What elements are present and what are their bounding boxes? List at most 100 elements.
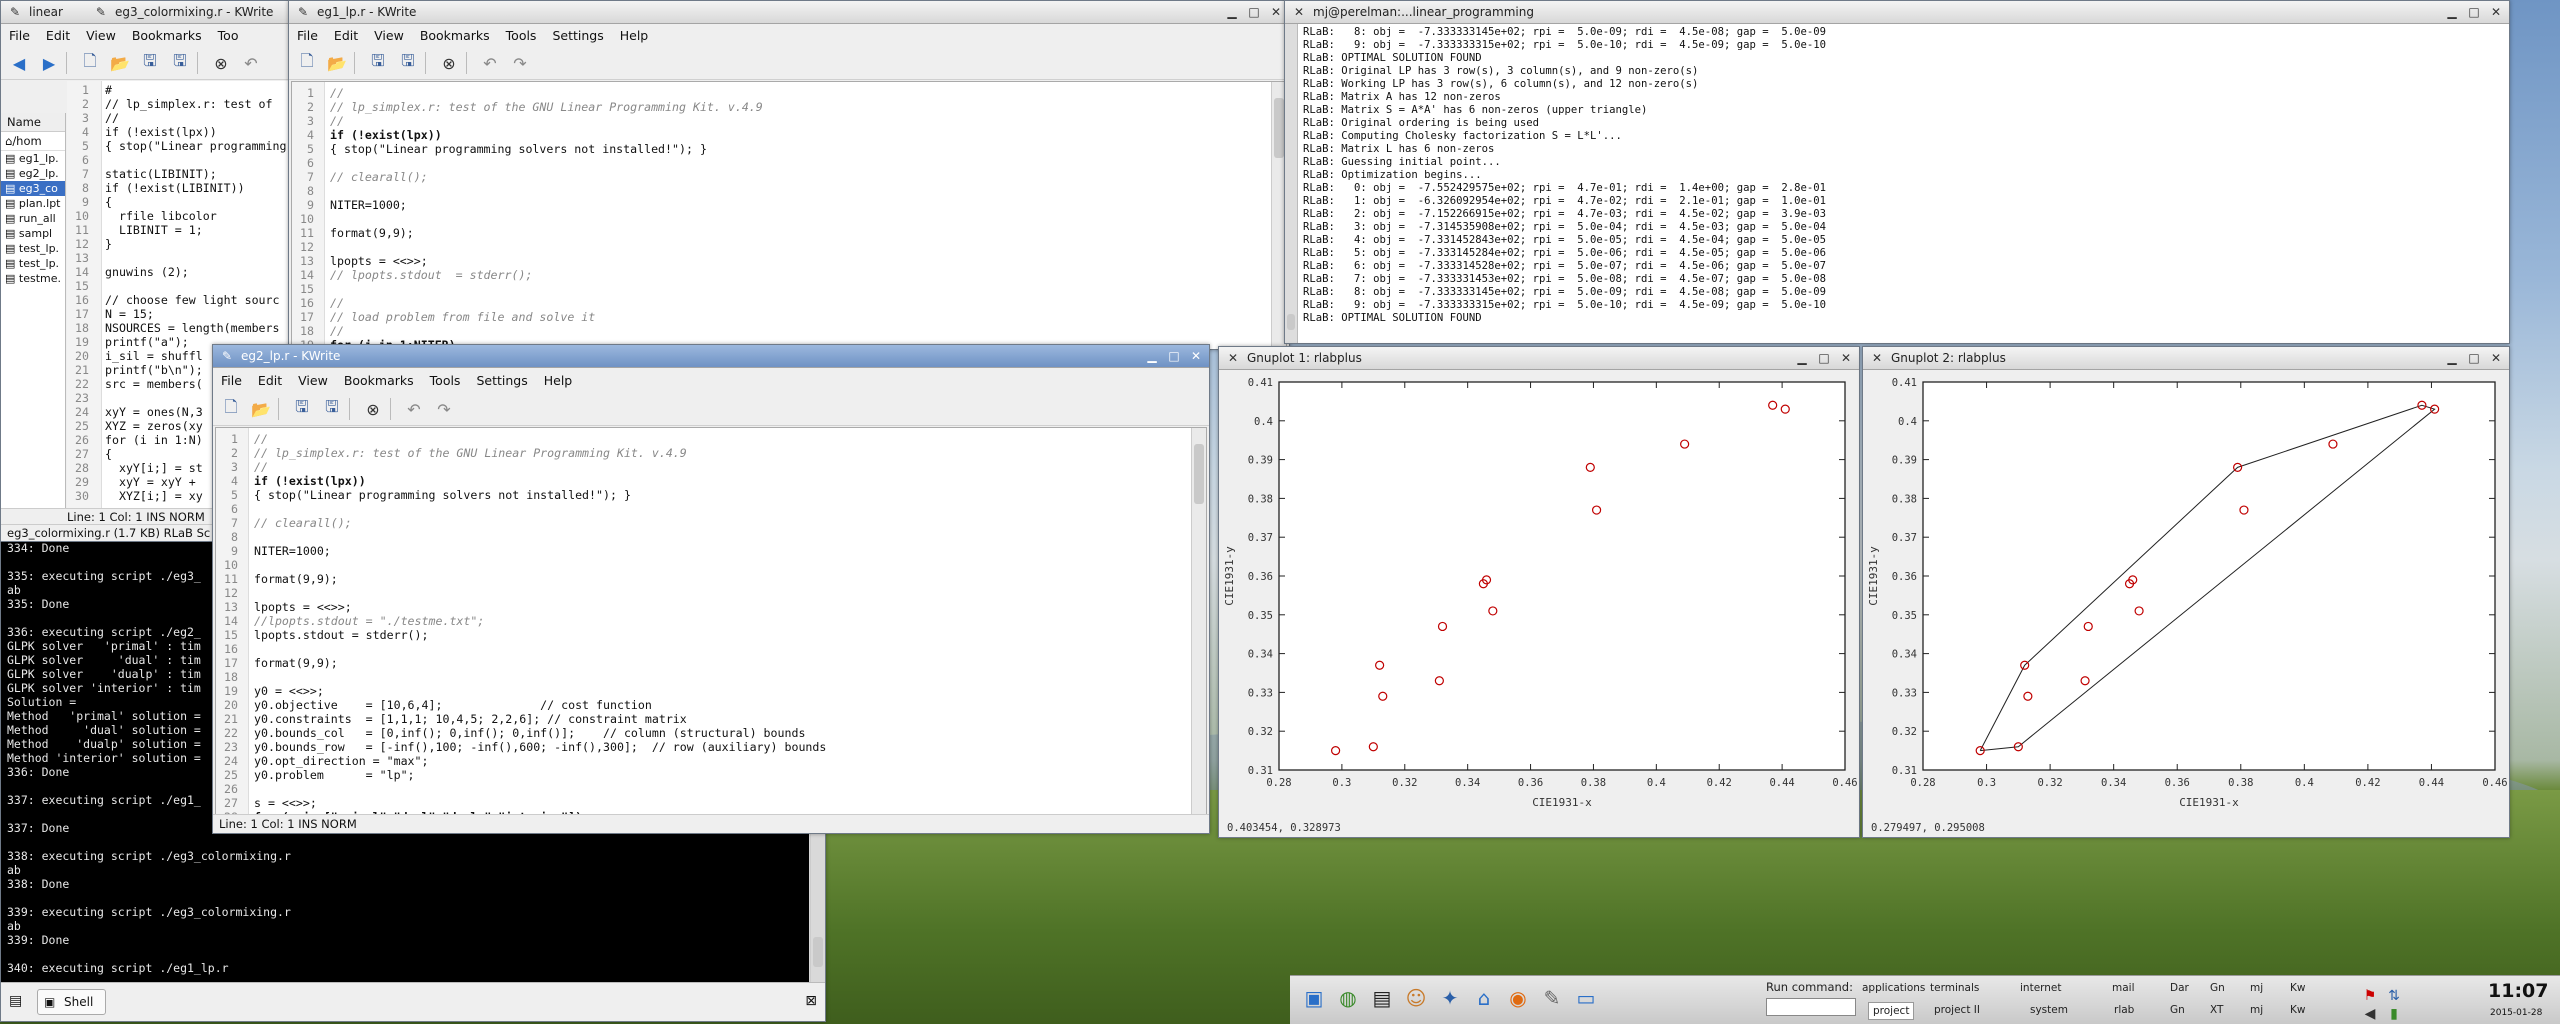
user-icon[interactable]: ☺ xyxy=(1402,984,1430,1012)
menu-file[interactable]: File xyxy=(213,373,250,388)
gnuplot2-chart[interactable]: 0.28 0.3 0.32 0.34 0.36 0.38 0.4 0.42 0.44 0.46 0.… xyxy=(1863,370,2509,819)
minimize-icon[interactable]: ▁ xyxy=(1223,3,1241,21)
minimize-icon[interactable]: ▁ xyxy=(1793,349,1811,367)
launcher-rlab[interactable]: rlab xyxy=(2114,1002,2134,1018)
menu-settings[interactable]: Settings xyxy=(544,28,611,43)
code-line[interactable]: 18 NSOURCES = length(members xyxy=(67,321,279,335)
undo-icon[interactable]: ↶ xyxy=(478,51,502,75)
code-line[interactable]: 27 s = <<>>; xyxy=(216,796,317,810)
code-line[interactable]: 3 // xyxy=(67,111,119,125)
save-icon[interactable]: 🖫 xyxy=(290,397,314,421)
undo-icon[interactable]: ↶ xyxy=(402,397,426,421)
code-line[interactable]: 9 NITER=1000; xyxy=(216,544,331,558)
code-line[interactable]: 2 // lp_simplex.r: test of xyxy=(67,97,273,111)
code-line[interactable]: 11 format(9,9); xyxy=(216,572,338,586)
code-line[interactable]: 10 rfile libcolor xyxy=(67,209,217,223)
save-as-icon[interactable]: 🖫 xyxy=(168,51,192,75)
code-line[interactable]: 16 // choose few light sourc xyxy=(67,293,279,307)
monitor-icon[interactable]: ▭ xyxy=(1572,984,1600,1012)
forward-icon[interactable]: ▶ xyxy=(37,51,61,75)
menu-help[interactable]: Help xyxy=(536,373,581,388)
save-icon[interactable]: 🖫 xyxy=(138,51,162,75)
maximize-icon[interactable]: □ xyxy=(1815,349,1833,367)
close-icon[interactable]: ✕ xyxy=(1267,3,1285,21)
menu-bookmarks[interactable]: Bookmarks xyxy=(412,28,498,43)
code-line[interactable]: 19 y0 = <<>>; xyxy=(216,684,324,698)
code-line[interactable]: 4 if (!exist(lpx)) xyxy=(292,128,442,142)
close-file-icon[interactable]: ⊗ xyxy=(361,397,385,421)
close-icon[interactable]: ✕ xyxy=(2487,349,2505,367)
menu-view[interactable]: View xyxy=(366,28,412,43)
menu-tools[interactable]: Tools xyxy=(422,373,469,388)
sidebar-file-item[interactable]: ▤ run_all xyxy=(1,211,65,226)
menu-file[interactable]: File xyxy=(289,28,326,43)
code-line[interactable]: 18 xyxy=(216,670,254,684)
new-file-icon[interactable]: 🗋 xyxy=(295,51,319,75)
code-line[interactable]: 4 if (!exist(lpx)) xyxy=(216,474,366,488)
code-line[interactable]: 8 xyxy=(216,530,254,544)
task-button[interactable]: mj xyxy=(2250,1002,2263,1018)
eg3-titlebar[interactable]: ✎ linear ✎ eg3_colormixing.r - KWrite xyxy=(1,1,291,24)
sidebar-file-item[interactable]: ▤ eg1_lp. xyxy=(1,151,65,166)
code-line[interactable]: 5 { stop("Linear programming solvers not … xyxy=(216,488,631,502)
gnuplot1-plot-area[interactable]: 0.28 0.3 0.32 0.34 0.36 0.38 0.4 0.42 0.44 0.46 0.… xyxy=(1219,370,1859,837)
sidebar-file-item[interactable]: ▤ eg3_co xyxy=(1,181,65,196)
launcher-internet[interactable]: internet xyxy=(2020,980,2062,996)
sidebar-file-item[interactable]: ▤ test_lp. xyxy=(1,256,65,271)
code-line[interactable]: 15 xyxy=(67,279,105,293)
menu-edit[interactable]: Edit xyxy=(326,28,366,43)
code-line[interactable]: 11 format(9,9); xyxy=(292,226,414,240)
launcher-project[interactable]: project xyxy=(1868,1002,1915,1020)
code-line[interactable]: 9{ xyxy=(67,195,112,209)
code-line[interactable]: 12} xyxy=(67,237,112,251)
code-line[interactable]: 7 // clearall(); xyxy=(216,516,352,530)
eg1-titlebar[interactable]: ✎ eg1_lp.r - KWrite ▁ □ ✕ xyxy=(289,1,1289,24)
back-icon[interactable]: ◀ xyxy=(7,51,31,75)
code-line[interactable]: 7 static(LIBINIT); xyxy=(67,167,217,181)
code-line[interactable]: 6 xyxy=(292,156,330,170)
menu-bookmarks[interactable]: Bookmarks xyxy=(124,28,210,43)
redo-icon[interactable]: ↷ xyxy=(432,397,456,421)
minimize-icon[interactable]: ▁ xyxy=(2443,349,2461,367)
launcher-system[interactable]: system xyxy=(2030,1002,2068,1018)
gnuplot1-titlebar[interactable]: ✕ Gnuplot 1: rlabplus ▁ □ ✕ xyxy=(1219,347,1859,370)
task-button[interactable]: Dar xyxy=(2170,980,2189,996)
gnuplot2-titlebar[interactable]: ✕ Gnuplot 2: rlabplus ▁ □ ✕ xyxy=(1863,347,2509,370)
maximize-icon[interactable]: □ xyxy=(2465,349,2483,367)
code-line[interactable]: 22 src = members( xyxy=(67,377,203,391)
menu-view[interactable]: View xyxy=(78,28,124,43)
gnuplot1-chart[interactable]: 0.28 0.3 0.32 0.34 0.36 0.38 0.4 0.42 0.44 0.46 0.… xyxy=(1219,370,1859,819)
code-line[interactable]: 14 gnuwins (2); xyxy=(67,265,189,279)
code-line[interactable]: 28 xyY[i;] = st xyxy=(67,461,203,475)
code-line[interactable]: 20 i_sil = shuffl xyxy=(67,349,203,363)
code-line[interactable]: 11 LIBINIT = 1; xyxy=(67,223,203,237)
code-line[interactable]: 26 for (i in 1:N) xyxy=(67,433,203,447)
task-button[interactable]: Kw xyxy=(2290,980,2305,996)
new-file-icon[interactable]: 🗋 xyxy=(219,397,243,421)
code-line[interactable]: 24 xyY = ones(N,3 xyxy=(67,405,203,419)
kwrite-eg2-window[interactable]: ✎ eg2_lp.r - KWrite ▁ □ ✕ File Edit View… xyxy=(212,344,1210,834)
maximize-icon[interactable]: □ xyxy=(1245,3,1263,21)
code-line[interactable]: 13 xyxy=(67,251,105,265)
maximize-icon[interactable]: □ xyxy=(2465,3,2483,21)
menu-view[interactable]: View xyxy=(290,373,336,388)
kwrite-eg1-window[interactable]: ✎ eg1_lp.r - KWrite ▁ □ ✕ File Edit View… xyxy=(288,0,1290,350)
desktop-icon[interactable]: ▣ xyxy=(1300,984,1328,1012)
code-line[interactable]: 8 xyxy=(292,184,330,198)
code-line[interactable]: 7 // clearall(); xyxy=(292,170,428,184)
code-line[interactable]: 20 y0.objective = [10,6,4]; // cost funct… xyxy=(216,698,652,712)
code-line[interactable]: 2 // lp_simplex.r: test of the GNU Linear… xyxy=(292,100,763,114)
eg2-titlebar[interactable]: ✎ eg2_lp.r - KWrite ▁ □ ✕ xyxy=(213,345,1209,368)
code-line[interactable]: 24 y0.opt_direction = "max"; xyxy=(216,754,428,768)
clock-time[interactable]: 11:07 xyxy=(2488,980,2548,1002)
code-line[interactable]: 8 if (!exist(LIBINIT)) xyxy=(67,181,245,195)
code-line[interactable]: 3 // xyxy=(292,114,344,128)
code-line[interactable]: 5 { stop("Linear programming xyxy=(67,139,286,153)
code-line[interactable]: 22 y0.bounds_col = [0,inf(); 0,inf(); 0,i… xyxy=(216,726,805,740)
code-line[interactable]: 1 // xyxy=(216,432,268,446)
open-file-icon[interactable]: 📂 xyxy=(249,397,273,421)
menu-help[interactable]: Help xyxy=(612,28,657,43)
menu-edit[interactable]: Edit xyxy=(38,28,78,43)
task-button[interactable]: Kw xyxy=(2290,1002,2305,1018)
sidebar-file-item[interactable]: ▤ testme. xyxy=(1,271,65,286)
